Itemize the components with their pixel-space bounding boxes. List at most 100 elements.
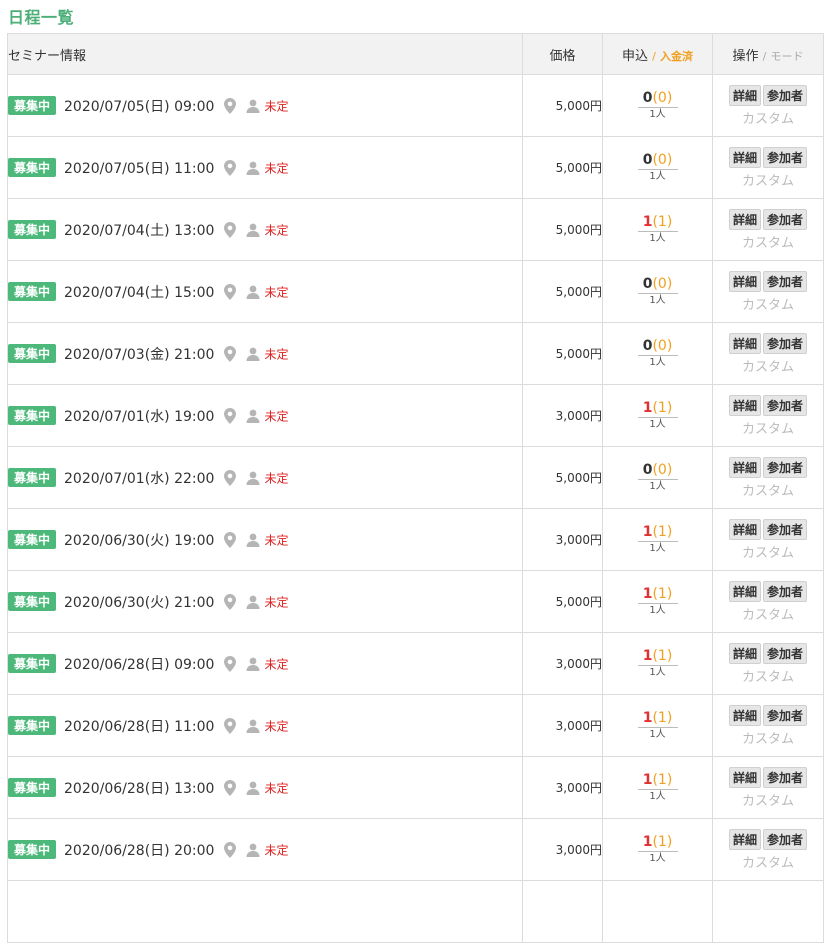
row-ops-cell: 詳細 参加者 カスタム [712, 384, 824, 447]
participants-button[interactable]: 参加者 [763, 828, 808, 850]
paid-count: (0) [652, 151, 673, 168]
status-badge: 募集中 [8, 592, 57, 611]
detail-button[interactable]: 詳細 [728, 518, 761, 540]
applied-count: 1 [642, 399, 653, 416]
row-info-cell: 募集中 2020/06/28(日) 13:00 未定 [7, 756, 523, 819]
map-pin-icon [224, 841, 237, 858]
detail-button[interactable]: 詳細 [728, 766, 761, 788]
detail-button[interactable]: 詳細 [728, 270, 761, 292]
row-ops-cell: 詳細 参加者 カスタム [712, 632, 824, 695]
table-row: 募集中 2020/06/28(日) 09:00 未定 3,000円 1(1) 1人 詳細 参加… [7, 632, 824, 695]
custom-mode-label: カスタム [741, 235, 794, 251]
header-apply-label: 申込 [621, 48, 648, 64]
participants-button[interactable]: 参加者 [763, 84, 808, 106]
participants-button[interactable]: 参加者 [763, 456, 808, 478]
row-ops-cell: 詳細 参加者カスタム [712, 136, 824, 199]
detail-button[interactable]: 詳細 [728, 580, 761, 602]
participants-button[interactable]: 参加者 [763, 766, 808, 788]
table-row: 募集中 2020/07/01(水) 19:00 未定 3,000円 1(1) 1人 詳細 参加… [7, 384, 824, 447]
person-icon [246, 533, 260, 547]
detail-button[interactable]: 詳細 [728, 394, 761, 416]
table-row: 募集中 2020/06/28(日) 11:00 未定 3,000円 1(1) 1人 詳細 参加… [7, 694, 824, 757]
row-price: 3,000円 [522, 818, 603, 881]
capacity-unit: 1人 [649, 480, 666, 492]
row-info-cell: 募集中 2020/06/28(日) 09:00 未定 [7, 632, 523, 695]
row-apply-cell: 1(1) 1人 [602, 818, 713, 881]
map-pin-icon [224, 345, 237, 362]
detail-button[interactable]: 詳細 [728, 828, 761, 850]
person-icon [246, 595, 260, 609]
seminar-datetime: 2020/06/28(日) 20:00 [64, 842, 215, 859]
map-pin-icon [224, 717, 237, 734]
row-price-cell [522, 880, 603, 943]
seminar-datetime: 2020/06/28(日) 11:00 [64, 718, 215, 735]
row-info-cell: 募集中 2020/07/05(日) 09:00 未定 [7, 74, 523, 137]
seminar-datetime: 2020/07/01(水) 22:00 [64, 470, 215, 487]
row-price: 5,000円 [522, 322, 603, 385]
person-icon [246, 781, 260, 795]
row-ops-cell: 詳細 参加者 カスタム [712, 446, 824, 509]
header-apply: 申込 / 入金済 [602, 33, 713, 75]
apply-count-line: 1(1) [637, 213, 678, 232]
detail-button[interactable]: 詳細 [728, 208, 761, 230]
row-apply-cell [602, 880, 713, 943]
table-row: 募集中 2020/07/05(日) 11:00 未定 5,000円 0(0) 1人 詳細 参加… [7, 136, 824, 199]
person-icon [246, 719, 260, 733]
apply-count-box: 0(0) 1人 [637, 89, 678, 122]
apply-count-line: 1(1) [637, 771, 678, 790]
table-header-row: セミナー情報 価格 申込 / 入金済 操作 / モード [7, 33, 824, 75]
participants-button[interactable]: 参加者 [763, 704, 808, 726]
participants-button[interactable]: 参加者 [763, 580, 808, 602]
participants-button[interactable]: 参加者 [763, 642, 808, 664]
paid-count: (1) [652, 771, 673, 788]
row-price: 5,000円 [522, 260, 603, 323]
apply-count-box: 0(0) 1人 [637, 151, 678, 184]
apply-count-box: 1(1) 1人 [637, 524, 678, 556]
custom-mode-label: カスタム [741, 173, 794, 189]
row-ops-cell: 詳細 参加者 カスタム [712, 570, 824, 633]
row-ops-cell: 詳細 参加者カスタム [712, 818, 824, 881]
paid-count: (0) [652, 89, 673, 106]
apply-count-line: 0(0) [637, 89, 678, 108]
row-info-cell: 募集中 2020/06/30(火) 21:00 未定 [7, 570, 523, 633]
paid-count: (1) [652, 585, 673, 602]
detail-button[interactable]: 詳細 [728, 332, 761, 354]
row-info-cell: 募集中 2020/07/03(金) 21:00 未定 [7, 322, 523, 385]
row-info-cell: 募集中 2020/07/01(水) 19:00 未定 [7, 384, 523, 447]
row-info-cell: 募集中 2020/06/30(火) 19:00 未定 [7, 508, 523, 571]
table-row: 募集中 2020/07/05(日) 09:00 未定 5,000円 0(0) 1人 詳細 参加… [7, 74, 824, 137]
status-badge: 募集中 [8, 344, 57, 363]
page-title: 日程一覧 [8, 8, 75, 27]
participants-button[interactable]: 参加者 [763, 208, 808, 230]
capacity-unit: 1人 [649, 108, 666, 120]
capacity-unit: 1人 [649, 790, 666, 802]
custom-mode-label: カスタム [741, 855, 794, 871]
header-operations: 操作 / モード [712, 33, 824, 75]
row-apply-cell: 1(1) 1人 [602, 694, 713, 757]
participants-button[interactable]: 参加者 [763, 270, 808, 292]
person-icon [246, 285, 260, 299]
applied-count: 1 [642, 213, 653, 230]
row-price: 5,000円 [522, 136, 603, 199]
applied-count: 1 [642, 771, 653, 788]
row-price: 5,000円 [522, 198, 603, 261]
participants-button[interactable]: 参加者 [763, 518, 808, 540]
detail-button[interactable]: 詳細 [728, 84, 761, 106]
participants-button[interactable]: 参加者 [763, 394, 808, 416]
detail-button[interactable]: 詳細 [728, 146, 761, 168]
person-icon [246, 843, 260, 857]
participants-button[interactable]: 参加者 [763, 146, 808, 168]
instructor-name: 未定 [264, 471, 289, 485]
detail-button[interactable]: 詳細 [728, 642, 761, 664]
paid-count: (0) [652, 461, 673, 478]
paid-count: (0) [652, 275, 673, 292]
participants-button[interactable]: 参加者 [763, 332, 808, 354]
row-apply-cell: 1(1) 1人 [602, 384, 713, 447]
map-pin-icon [224, 469, 237, 486]
paid-count: (0) [652, 337, 673, 354]
seminar-datetime: 2020/06/30(火) 21:00 [64, 594, 215, 611]
applied-count: 0 [642, 151, 653, 168]
detail-button[interactable]: 詳細 [728, 704, 761, 726]
instructor-name: 未定 [264, 161, 289, 175]
detail-button[interactable]: 詳細 [728, 456, 761, 478]
